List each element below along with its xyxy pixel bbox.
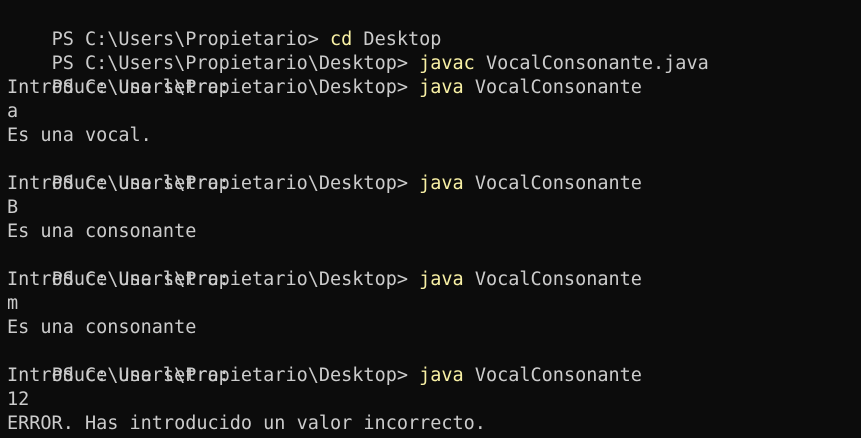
terminal-line-error: ERROR. Has introducido un valor incorrec… [7, 413, 486, 434]
command-args: VocalConsonante.java [474, 53, 709, 74]
command-name: javac [419, 53, 475, 74]
terminal-output[interactable]: PS C:\Users\Propietario> cd Desktop PS C… [0, 0, 861, 438]
terminal-line-prompt: PS C:\Users\Propietario\Desktop> java Vo… [7, 148, 861, 194]
command-name: java [419, 173, 464, 194]
terminal-line-output: Es una vocal. [7, 125, 152, 146]
command-name: java [419, 269, 464, 290]
command-args: VocalConsonante [463, 365, 642, 386]
terminal-line-output: Es una consonante [7, 317, 197, 338]
terminal-line-prompt: PS C:\Users\Propietario\Desktop> java Vo… [7, 340, 861, 386]
command-args: VocalConsonante [463, 269, 642, 290]
command-name: java [419, 77, 464, 98]
terminal-line-input: m [7, 293, 19, 314]
command-args: Desktop [352, 29, 442, 50]
terminal-line-input: B [7, 197, 19, 218]
command-args: VocalConsonante [463, 77, 642, 98]
terminal-line-input: a [7, 101, 19, 122]
terminal-line-input: 12 [7, 389, 30, 410]
terminal-line-prompt: PS C:\Users\Propietario> cd Desktop [7, 4, 861, 50]
terminal-line-prompt: PS C:\Users\Propietario\Desktop> java Vo… [7, 244, 861, 290]
terminal-line-output: Es una consonante [7, 221, 197, 242]
command-name: java [419, 365, 464, 386]
command-name: cd [330, 29, 353, 50]
prompt-text: PS C:\Users\Propietario> [51, 29, 331, 50]
prompt-text: PS C:\Users\Propietario\Desktop> [51, 53, 420, 74]
command-args: VocalConsonante [463, 173, 642, 194]
